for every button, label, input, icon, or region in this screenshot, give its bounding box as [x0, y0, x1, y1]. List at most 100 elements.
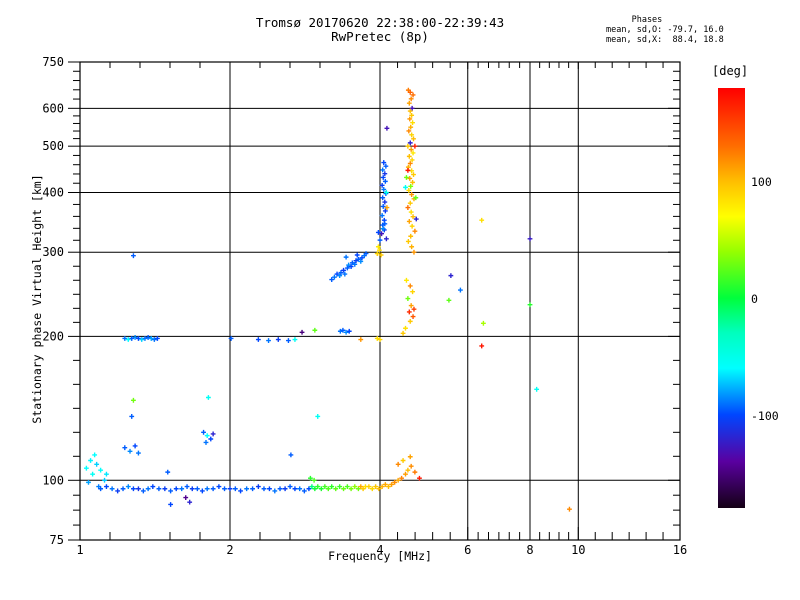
data-point: [275, 337, 281, 342]
data-point: [405, 205, 411, 210]
colorbar-tick-label: 100: [751, 175, 772, 190]
data-point: [380, 195, 386, 201]
data-point: [98, 467, 104, 473]
data-point: [408, 463, 414, 469]
y-tick-label: 75: [50, 533, 64, 547]
y-tick-label: 600: [42, 101, 64, 115]
data-point: [315, 414, 321, 419]
data-point: [534, 386, 540, 392]
data-point: [261, 486, 267, 492]
data-point: [102, 477, 107, 483]
data-point: [446, 297, 452, 303]
data-point: [255, 484, 261, 490]
data-point: [403, 471, 408, 477]
data-point: [287, 484, 293, 490]
data-point: [412, 228, 418, 234]
data-point: [184, 484, 190, 490]
data-point: [222, 486, 227, 492]
y-tick-label: 300: [42, 245, 64, 259]
data-point: [92, 452, 98, 458]
data-point: [410, 289, 415, 295]
data-point: [165, 469, 171, 475]
data-point: [404, 175, 409, 180]
data-point: [405, 467, 411, 473]
data-point: [409, 244, 415, 250]
data-point: [407, 318, 413, 324]
y-tick-label: 500: [42, 139, 64, 153]
data-point: [292, 337, 298, 342]
data-point: [162, 486, 168, 492]
data-point: [383, 236, 389, 242]
data-point: [410, 120, 415, 126]
data-point: [267, 486, 272, 492]
data-point: [448, 273, 454, 279]
data-point: [266, 338, 271, 343]
data-point: [244, 486, 250, 492]
data-point: [255, 337, 261, 342]
data-point: [136, 450, 141, 456]
data-point: [406, 309, 412, 315]
data-point: [527, 302, 533, 308]
data-point: [132, 443, 138, 449]
data-point: [405, 239, 411, 244]
data-point: [406, 219, 412, 224]
y-tick-label: 100: [42, 473, 64, 487]
data-point: [168, 488, 174, 494]
data-point: [395, 461, 401, 467]
data-point: [292, 486, 298, 492]
data-point: [131, 253, 136, 259]
data-point: [173, 486, 179, 492]
data-point: [150, 484, 156, 490]
data-point: [404, 277, 409, 283]
data-point: [299, 329, 305, 335]
data-point: [407, 200, 413, 206]
data-point: [354, 252, 360, 258]
data-point: [408, 209, 414, 215]
data-point: [358, 337, 364, 342]
data-point: [125, 484, 131, 490]
data-point: [408, 233, 414, 239]
data-point: [83, 465, 89, 471]
data-point: [272, 488, 278, 494]
data-point: [140, 488, 146, 494]
data-point: [408, 303, 414, 308]
data-point: [410, 314, 416, 320]
phase-stats: Phases mean, sd,O: -79.7, 16.0 mean, sd,…: [606, 15, 724, 45]
data-point: [120, 486, 126, 492]
data-point: [382, 199, 388, 205]
data-point: [127, 448, 133, 454]
data-point: [131, 486, 136, 492]
data-point: [409, 223, 415, 229]
colorbar-title: [deg]: [712, 64, 749, 78]
y-tick-label: 200: [42, 329, 64, 343]
data-point: [131, 397, 136, 403]
colorbar-tick-label: 0: [751, 292, 758, 306]
data-point: [168, 502, 174, 507]
data-point: [407, 283, 413, 289]
data-point: [480, 320, 486, 326]
data-point: [479, 217, 485, 223]
data-point: [301, 488, 307, 494]
data-point: [156, 486, 162, 492]
data-point: [187, 499, 193, 505]
data-point: [129, 414, 135, 419]
data-point: [288, 452, 294, 458]
data-point: [282, 486, 288, 492]
data-point: [189, 486, 195, 492]
data-point: [208, 436, 214, 442]
data-point: [90, 471, 96, 477]
data-point: [250, 486, 255, 492]
data-point: [384, 125, 390, 131]
data-point: [343, 254, 349, 260]
data-point: [94, 461, 100, 467]
data-point: [238, 488, 243, 494]
data-point: [204, 486, 210, 492]
data-point: [210, 431, 216, 437]
data-point: [527, 236, 533, 242]
data-point: [403, 184, 408, 190]
data-point: [400, 330, 406, 336]
data-point: [479, 343, 485, 349]
data-point: [88, 458, 93, 463]
data-point: [411, 306, 417, 312]
data-point: [104, 484, 109, 490]
